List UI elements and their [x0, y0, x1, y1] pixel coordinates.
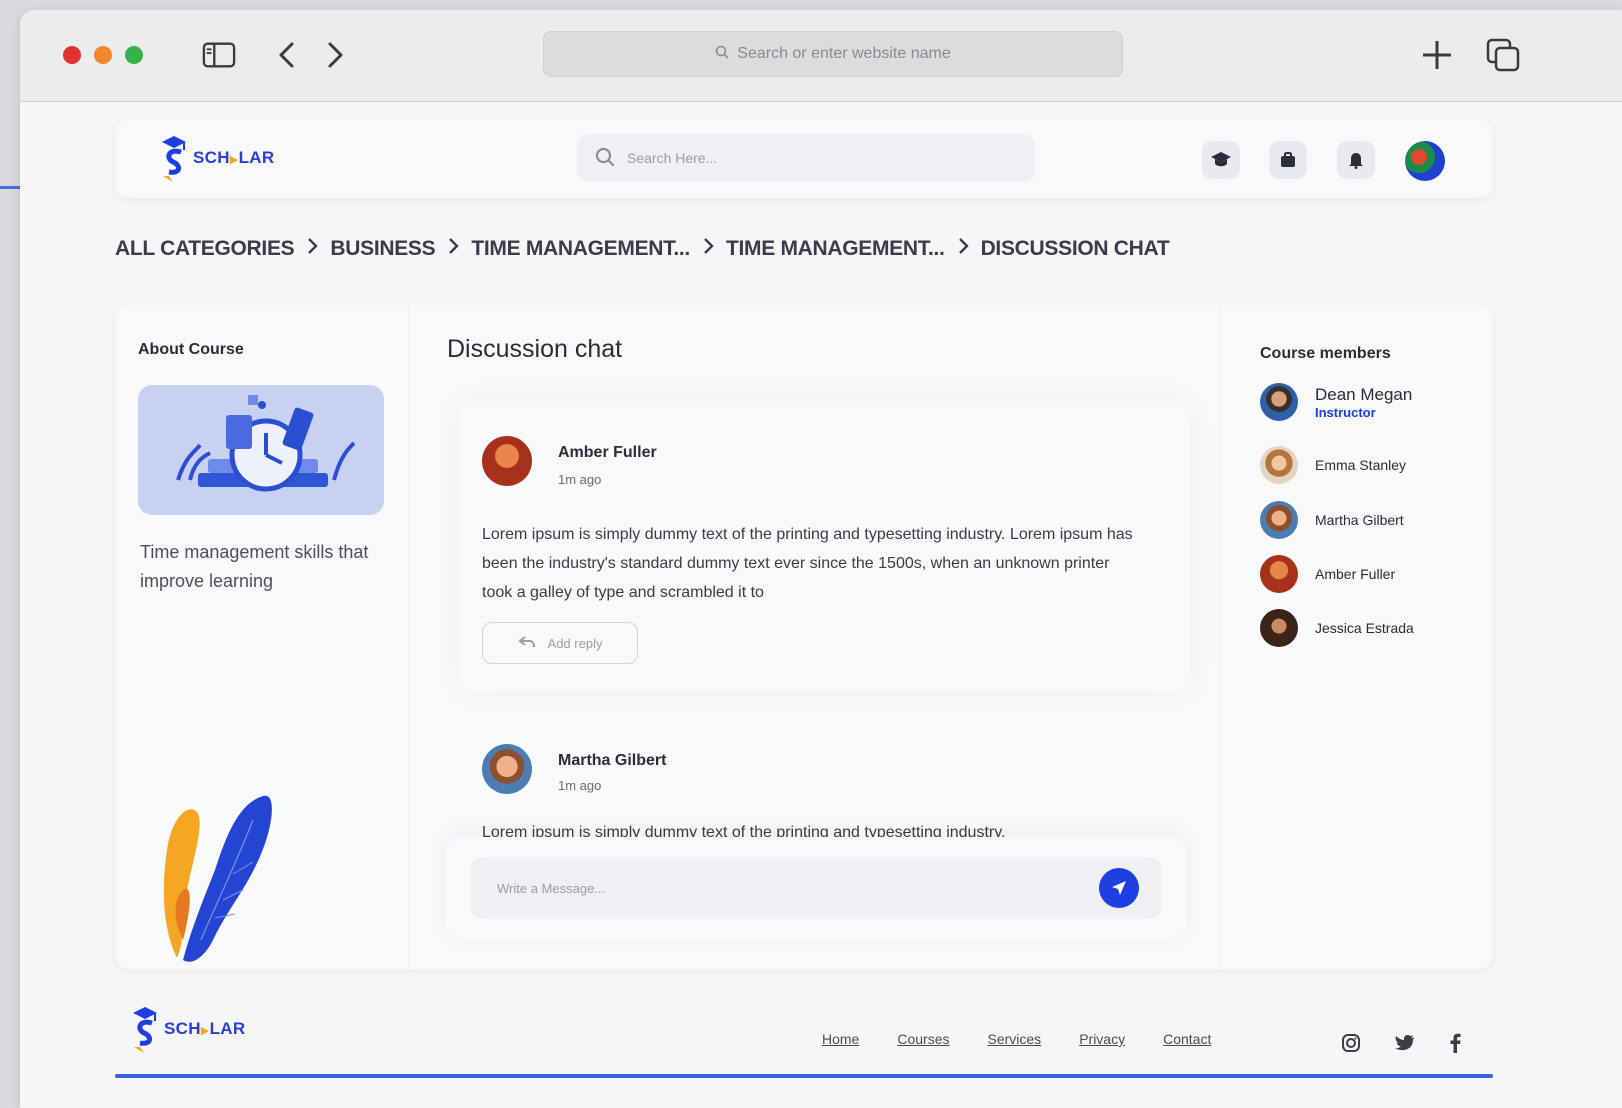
avatar[interactable]	[482, 744, 532, 794]
user-avatar[interactable]	[1405, 141, 1445, 181]
breadcrumb: ALL CATEGORIES BUSINESS TIME MANAGEMENT.…	[115, 237, 1170, 261]
backdrop-accent	[0, 186, 22, 189]
header-logo[interactable]: SCH▶LAR	[159, 132, 274, 184]
browser-window: Search or enter website name SCH▶LAR Sea…	[20, 10, 1622, 1108]
add-reply-button[interactable]: Add reply	[482, 622, 638, 664]
add-reply-label: Add reply	[547, 635, 603, 651]
message-text: Lorem ipsum is simply dummy text of the …	[482, 526, 1133, 601]
tab-overview-icon[interactable]	[1486, 38, 1520, 72]
address-placeholder: Search or enter website name	[737, 45, 951, 62]
logo-mark-icon	[133, 1007, 157, 1053]
chevron-right-icon	[957, 237, 969, 261]
breadcrumb-item[interactable]: TIME MANAGEMENT...	[471, 237, 690, 261]
member-role: Instructor	[1315, 404, 1376, 420]
footer-accent-line	[115, 1074, 1493, 1078]
member-name: Dean Megan	[1315, 384, 1413, 404]
chat-title: Discussion chat	[447, 335, 623, 363]
forward-arrow-icon[interactable]	[318, 40, 352, 70]
breadcrumb-item[interactable]: TIME MANAGEMENT...	[726, 237, 945, 261]
back-arrow-icon[interactable]	[270, 40, 304, 70]
chevron-right-icon	[702, 237, 714, 261]
message-composer: Write a Message...	[445, 837, 1187, 941]
minimize-window-button[interactable]	[94, 46, 112, 64]
member-item[interactable]: Jessica Estrada	[1260, 609, 1414, 647]
app-header: SCH▶LAR Search Here...	[115, 118, 1493, 198]
member-item[interactable]: Amber Fuller	[1260, 555, 1395, 593]
chevron-right-icon	[306, 237, 319, 261]
send-button[interactable]	[1099, 868, 1139, 908]
header-search-input[interactable]: Search Here...	[577, 134, 1035, 182]
maximize-window-button[interactable]	[125, 46, 143, 64]
chevron-right-icon	[447, 237, 460, 261]
avatar	[1260, 383, 1298, 421]
message-input[interactable]: Write a Message...	[471, 857, 1161, 919]
browser-toolbar: Search or enter website name	[20, 10, 1622, 102]
instagram-icon[interactable]	[1339, 1031, 1363, 1055]
members-title: Course members	[1260, 345, 1391, 362]
breadcrumb-item[interactable]: ALL CATEGORIES	[115, 237, 295, 261]
member-name: Jessica Estrada	[1315, 620, 1414, 636]
new-tab-icon[interactable]	[1420, 40, 1454, 70]
twitter-icon[interactable]	[1393, 1031, 1417, 1055]
footer-nav: Home Courses Services Privacy Contact	[822, 1031, 1211, 1047]
breadcrumb-current: DISCUSSION CHAT	[980, 237, 1170, 260]
course-caption: Time management skills that improve lear…	[140, 542, 369, 591]
close-window-button[interactable]	[63, 46, 81, 64]
member-name: Martha Gilbert	[1315, 512, 1404, 528]
logo-mark-icon	[162, 136, 186, 182]
footer: SCH▶LAR Home Courses Services Privacy Co…	[115, 995, 1493, 1075]
message-time: 1m ago	[558, 778, 602, 793]
footer-logo[interactable]: SCH▶LAR	[130, 1003, 245, 1055]
member-name: Emma Stanley	[1315, 457, 1407, 473]
search-icon	[595, 147, 615, 170]
search-icon	[715, 45, 729, 64]
member-item[interactable]: Dean Megan Instructor	[1260, 383, 1412, 421]
send-icon	[1112, 881, 1126, 895]
message-placeholder: Write a Message...	[497, 880, 606, 896]
about-course-title: About Course	[138, 341, 244, 358]
leaf-decoration-icon	[143, 790, 273, 975]
member-item[interactable]: Martha Gilbert	[1260, 501, 1404, 539]
bell-icon[interactable]	[1337, 141, 1375, 179]
member-item[interactable]: Emma Stanley	[1260, 446, 1406, 484]
column-divider	[408, 305, 409, 969]
member-name: Amber Fuller	[1315, 566, 1396, 582]
avatar	[1260, 555, 1298, 593]
search-placeholder: Search Here...	[627, 150, 718, 166]
footer-link-courses[interactable]: Courses	[897, 1031, 949, 1047]
logo-text: SCH▶LAR	[193, 148, 275, 167]
column-divider	[1219, 305, 1220, 969]
message-author[interactable]: Martha Gilbert	[558, 752, 666, 770]
footer-link-privacy[interactable]: Privacy	[1079, 1031, 1125, 1047]
facebook-icon[interactable]	[1443, 1031, 1467, 1055]
message-time: 1m ago	[558, 472, 602, 487]
address-bar[interactable]: Search or enter website name	[543, 31, 1123, 77]
message-author[interactable]: Amber Fuller	[558, 444, 657, 462]
sidebar-toggle-icon[interactable]	[202, 40, 236, 70]
footer-link-home[interactable]: Home	[822, 1031, 859, 1047]
window-controls	[63, 46, 143, 64]
course-thumbnail[interactable]	[138, 385, 384, 515]
avatar	[1260, 446, 1298, 484]
course-discussion-panel: About Course Time management skills that…	[115, 305, 1493, 969]
reply-arrow-icon	[517, 635, 536, 652]
graduation-cap-icon[interactable]	[1202, 141, 1240, 179]
footer-link-contact[interactable]: Contact	[1163, 1031, 1211, 1047]
avatar[interactable]	[482, 436, 532, 486]
logo-text: SCH▶LAR	[164, 1019, 246, 1038]
bag-icon[interactable]	[1269, 141, 1307, 179]
breadcrumb-item[interactable]: BUSINESS	[330, 237, 435, 261]
avatar	[1260, 501, 1298, 539]
avatar	[1260, 609, 1298, 647]
clock-illustration-icon	[176, 395, 356, 492]
footer-link-services[interactable]: Services	[988, 1031, 1042, 1047]
